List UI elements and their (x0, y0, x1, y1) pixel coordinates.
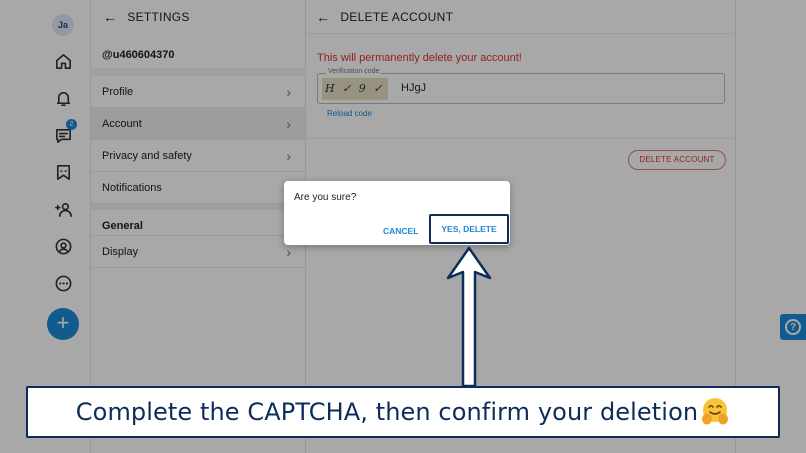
confirm-dialog: Are you sure? CANCEL YES, DELETE (284, 181, 510, 245)
hugging-face-emoji-icon (702, 398, 729, 425)
caption-text: Complete the CAPTCHA, then confirm your … (75, 398, 699, 426)
yes-delete-button[interactable]: YES, DELETE (429, 214, 509, 244)
cancel-button[interactable]: CANCEL (383, 226, 418, 236)
callout-arrow-icon (446, 246, 492, 388)
instruction-caption: Complete the CAPTCHA, then confirm your … (26, 386, 780, 438)
dialog-question: Are you sure? (294, 192, 357, 203)
